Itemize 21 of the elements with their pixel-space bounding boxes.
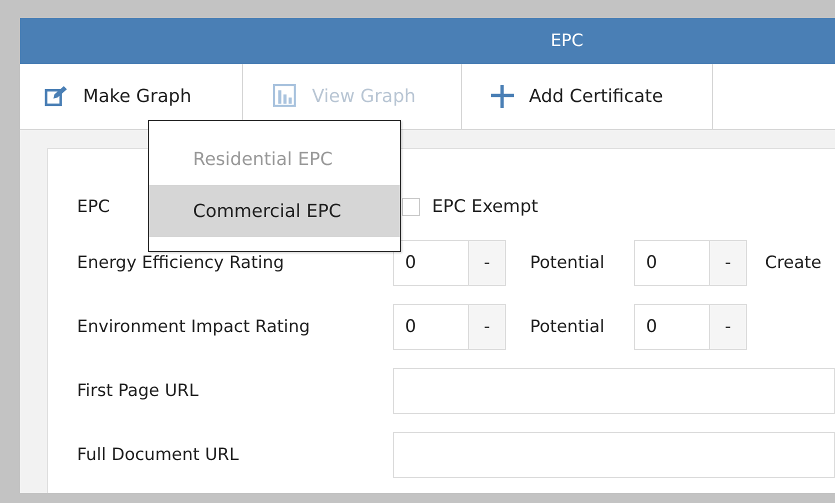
field-label: Environment Impact Rating: [77, 317, 310, 337]
text-field[interactable]: [393, 432, 835, 478]
field-label: Full Document URL: [77, 445, 239, 465]
edit-icon: [44, 84, 69, 109]
checkbox[interactable]: [402, 198, 420, 216]
field-label: Potential: [530, 317, 606, 337]
field-label: Create: [765, 253, 822, 273]
field-label: Potential: [530, 253, 606, 273]
bar-chart-icon: [273, 84, 298, 109]
dash-button[interactable]: -: [709, 240, 747, 286]
checkbox-label: EPC Exempt: [432, 197, 538, 217]
field-label: EPC: [77, 197, 110, 217]
field-label: Energy Efficiency Rating: [77, 253, 284, 273]
text-field[interactable]: [393, 368, 835, 414]
window-title: EPC: [550, 31, 584, 51]
dash-button[interactable]: -: [709, 304, 747, 350]
dash-button[interactable]: -: [468, 304, 506, 350]
plus-icon: [490, 84, 515, 109]
dash-button[interactable]: -: [468, 240, 506, 286]
field-label: First Page URL: [77, 381, 198, 401]
menu-item[interactable]: Commercial EPC: [149, 185, 400, 237]
